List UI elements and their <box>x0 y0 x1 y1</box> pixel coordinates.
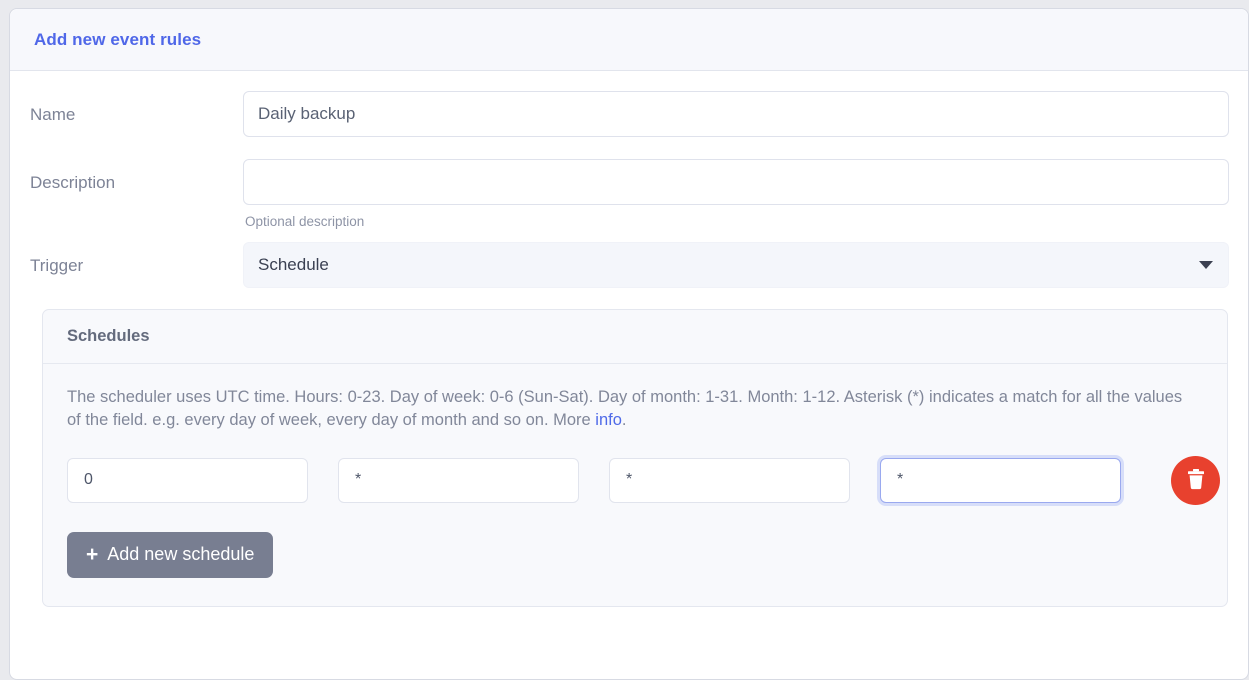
spacer-name <box>30 137 1228 159</box>
schedules-panel: Schedules The scheduler uses UTC time. H… <box>42 309 1228 607</box>
schedules-description: The scheduler uses UTC time. Hours: 0-23… <box>67 386 1192 433</box>
add-event-rules-card: Add new event rules Name Description Opt… <box>9 8 1249 680</box>
trash-icon <box>1185 468 1207 492</box>
add-new-schedule-label: Add new schedule <box>107 544 254 565</box>
schedules-panel-body: The scheduler uses UTC time. Hours: 0-23… <box>43 364 1227 606</box>
delete-schedule-button[interactable] <box>1171 456 1220 505</box>
form-row-name: Name <box>30 91 1228 137</box>
page-root: Add new event rules Name Description Opt… <box>0 0 1249 665</box>
form-row-description: Description Optional description <box>30 159 1228 229</box>
description-label: Description <box>30 159 243 193</box>
trigger-control: Schedule <box>243 242 1228 288</box>
name-input[interactable] <box>243 91 1229 137</box>
spacer-description <box>30 229 1228 242</box>
schedules-description-period: . <box>622 411 627 429</box>
chevron-down-icon[interactable] <box>1199 261 1213 269</box>
description-input[interactable] <box>243 159 1229 205</box>
trigger-label: Trigger <box>30 242 243 276</box>
name-label: Name <box>30 91 243 125</box>
schedule-row <box>67 456 1203 505</box>
add-new-schedule-button[interactable]: + Add new schedule <box>67 532 273 578</box>
description-control: Optional description <box>243 159 1228 229</box>
trigger-select-wrap: Schedule <box>243 242 1229 288</box>
trigger-selected-value: Schedule <box>258 255 329 275</box>
schedule-day-of-week-input[interactable] <box>338 458 579 503</box>
card-header: Add new event rules <box>10 9 1248 71</box>
schedules-title: Schedules <box>67 327 150 346</box>
schedules-panel-header: Schedules <box>43 310 1227 364</box>
schedule-day-of-month-input[interactable] <box>609 458 850 503</box>
form-row-trigger: Trigger Schedule <box>30 242 1228 288</box>
card-body: Name Description Optional description Tr… <box>10 71 1248 607</box>
schedule-hour-input[interactable] <box>67 458 308 503</box>
page-title: Add new event rules <box>34 30 201 50</box>
schedules-info-link[interactable]: info <box>595 411 622 429</box>
plus-icon: + <box>86 544 98 565</box>
description-help-text: Optional description <box>243 205 1228 229</box>
trigger-select[interactable]: Schedule <box>243 242 1229 288</box>
schedule-month-input[interactable] <box>880 458 1121 503</box>
name-control <box>243 91 1228 137</box>
